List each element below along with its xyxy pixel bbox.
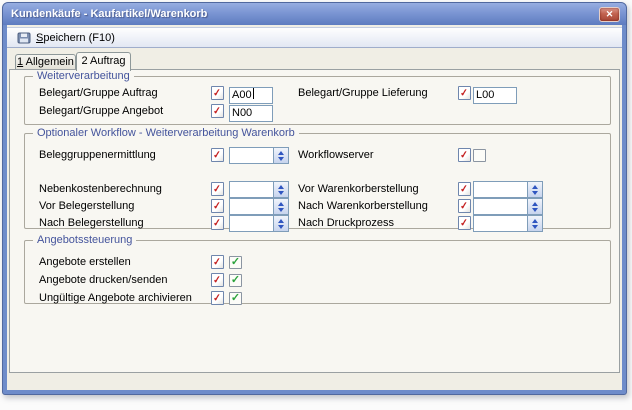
group-workflow: Optionaler Workflow - Weiterverarbeitung… [24, 133, 611, 229]
spin-up-icon [532, 219, 538, 223]
dialog-client-area: Speichern (F10) 1 Allgemein 2 Auftrag We… [7, 25, 622, 390]
nach-druckprozess-validate-icon[interactable]: ✓ [458, 216, 471, 230]
workflowserver-validate-icon[interactable]: ✓ [458, 148, 471, 162]
desktop-background: Kundenkäufe - Kaufartikel/Warenkorb ✕ Sp… [0, 0, 632, 410]
workflowserver-label: Workflowserver [298, 147, 374, 164]
workflowserver-checkbox[interactable]: ✓ [473, 149, 486, 162]
vor-belegerstellung-spin-button[interactable] [273, 199, 288, 214]
nach-belegerstellung-spin-button[interactable] [273, 216, 288, 231]
belegart-gruppe-angebot-validate-icon[interactable]: ✓ [211, 104, 224, 118]
vor-warenkorberstellung-validate-icon[interactable]: ✓ [458, 182, 471, 196]
group-workflow-title: Optionaler Workflow - Weiterverarbeitung… [33, 127, 299, 140]
belegart-gruppe-auftrag-inputwrap [229, 85, 273, 102]
vor-warenkorberstellung-spinner [473, 181, 543, 198]
dialog-window: Kundenkäufe - Kaufartikel/Warenkorb ✕ Sp… [2, 2, 627, 395]
angebote-erstellen-checkbox[interactable]: ✓ [229, 256, 242, 269]
tab-auftrag[interactable]: 2 Auftrag [76, 52, 131, 71]
nach-warenkorberstellung-input[interactable] [474, 199, 527, 214]
ungueltige-angebote-archivieren-label: Ungültige Angebote archivieren [39, 290, 192, 307]
group-angebotssteuerung: Angebotssteuerung Angebote erstellen ✓ ✓… [24, 240, 611, 304]
nach-druckprozess-spinner [473, 215, 543, 232]
spin-down-icon [532, 191, 538, 195]
belegart-gruppe-angebot-input[interactable] [229, 105, 273, 122]
vor-belegerstellung-label: Vor Belegerstellung [39, 198, 134, 215]
spin-down-icon [532, 208, 538, 212]
group-angebotssteuerung-title: Angebotssteuerung [33, 234, 136, 247]
nach-warenkorberstellung-spin-button[interactable] [527, 199, 542, 214]
spin-up-icon [532, 185, 538, 189]
nach-belegerstellung-validate-icon[interactable]: ✓ [211, 216, 224, 230]
nach-warenkorberstellung-spinner [473, 198, 543, 215]
belegart-gruppe-lieferung-validate-icon[interactable]: ✓ [458, 86, 471, 100]
belegart-gruppe-auftrag-validate-icon[interactable]: ✓ [211, 86, 224, 100]
beleggruppenermittlung-spinner [229, 147, 289, 164]
spin-up-icon [278, 219, 284, 223]
belegart-gruppe-angebot-inputwrap [229, 103, 273, 120]
spin-down-icon [278, 225, 284, 229]
nebenkostenberechnung-spin-button[interactable] [273, 182, 288, 197]
tab-allgemein[interactable]: 1 Allgemein [15, 54, 76, 70]
nach-druckprozess-input[interactable] [474, 216, 527, 231]
vor-warenkorberstellung-spin-button[interactable] [527, 182, 542, 197]
vor-belegerstellung-input[interactable] [230, 199, 273, 214]
close-button[interactable]: ✕ [599, 7, 620, 22]
angebote-drucken-senden-checkbox[interactable]: ✓ [229, 274, 242, 287]
nach-warenkorberstellung-label: Nach Warenkorberstellung [298, 198, 428, 215]
tab-auftrag-label: 2 Auftrag [81, 55, 125, 67]
nebenkostenberechnung-input[interactable] [230, 182, 273, 197]
beleggruppenermittlung-validate-icon[interactable]: ✓ [211, 148, 224, 162]
group-weiterverarbeitung: Weiterverarbeitung Belegart/Gruppe Auftr… [24, 76, 611, 125]
angebote-erstellen-validate-icon[interactable]: ✓ [211, 255, 224, 269]
toolbar: Speichern (F10) [7, 27, 622, 48]
beleggruppenermittlung-input[interactable] [230, 148, 273, 163]
nach-druckprozess-spin-button[interactable] [527, 216, 542, 231]
nach-belegerstellung-input[interactable] [230, 216, 273, 231]
vor-belegerstellung-spinner [229, 198, 289, 215]
tab-allgemein-label: 1 Allgemein [17, 56, 74, 68]
nach-warenkorberstellung-validate-icon[interactable]: ✓ [458, 199, 471, 213]
ungueltige-angebote-archivieren-validate-icon[interactable]: ✓ [211, 291, 224, 305]
spin-up-icon [278, 185, 284, 189]
angebote-drucken-senden-validate-icon[interactable]: ✓ [211, 273, 224, 287]
belegart-gruppe-angebot-label: Belegart/Gruppe Angebot [39, 103, 163, 120]
nach-druckprozess-label: Nach Druckprozess [298, 215, 394, 232]
save-button[interactable]: Speichern (F10) [12, 30, 120, 46]
save-button-label: Speichern (F10) [36, 32, 115, 44]
spin-up-icon [278, 202, 284, 206]
angebote-erstellen-label: Angebote erstellen [39, 254, 131, 271]
nach-belegerstellung-label: Nach Belegerstellung [39, 215, 144, 232]
beleggruppenermittlung-spin-button[interactable] [273, 148, 288, 163]
nebenkostenberechnung-label: Nebenkostenberechnung [39, 181, 162, 198]
spin-up-icon [278, 151, 284, 155]
spin-down-icon [278, 157, 284, 161]
belegart-gruppe-lieferung-input[interactable] [473, 87, 517, 104]
close-icon: ✕ [606, 10, 614, 19]
vor-warenkorberstellung-input[interactable] [474, 182, 527, 197]
ungueltige-angebote-archivieren-checkbox[interactable]: ✓ [229, 292, 242, 305]
belegart-gruppe-lieferung-inputwrap [473, 85, 517, 102]
angebote-drucken-senden-label: Angebote drucken/senden [39, 272, 167, 289]
belegart-gruppe-auftrag-input[interactable] [229, 87, 273, 104]
spin-down-icon [278, 208, 284, 212]
text-caret [253, 88, 254, 99]
spin-down-icon [278, 191, 284, 195]
tab-page-auftrag: Weiterverarbeitung Belegart/Gruppe Auftr… [9, 69, 620, 373]
beleggruppenermittlung-label: Beleggruppenermittlung [39, 147, 156, 164]
title-bar[interactable]: Kundenkäufe - Kaufartikel/Warenkorb [3, 3, 626, 25]
vor-belegerstellung-validate-icon[interactable]: ✓ [211, 199, 224, 213]
belegart-gruppe-auftrag-label: Belegart/Gruppe Auftrag [39, 85, 158, 102]
vor-warenkorberstellung-label: Vor Warenkorberstellung [298, 181, 419, 198]
nebenkostenberechnung-spinner [229, 181, 289, 198]
group-weiterverarbeitung-title: Weiterverarbeitung [33, 70, 134, 83]
window-title: Kundenkäufe - Kaufartikel/Warenkorb [11, 8, 207, 20]
save-icon [17, 31, 31, 45]
belegart-gruppe-lieferung-label: Belegart/Gruppe Lieferung [298, 85, 428, 102]
spin-down-icon [532, 225, 538, 229]
nach-belegerstellung-spinner [229, 215, 289, 232]
spin-up-icon [532, 202, 538, 206]
nebenkostenberechnung-validate-icon[interactable]: ✓ [211, 182, 224, 196]
